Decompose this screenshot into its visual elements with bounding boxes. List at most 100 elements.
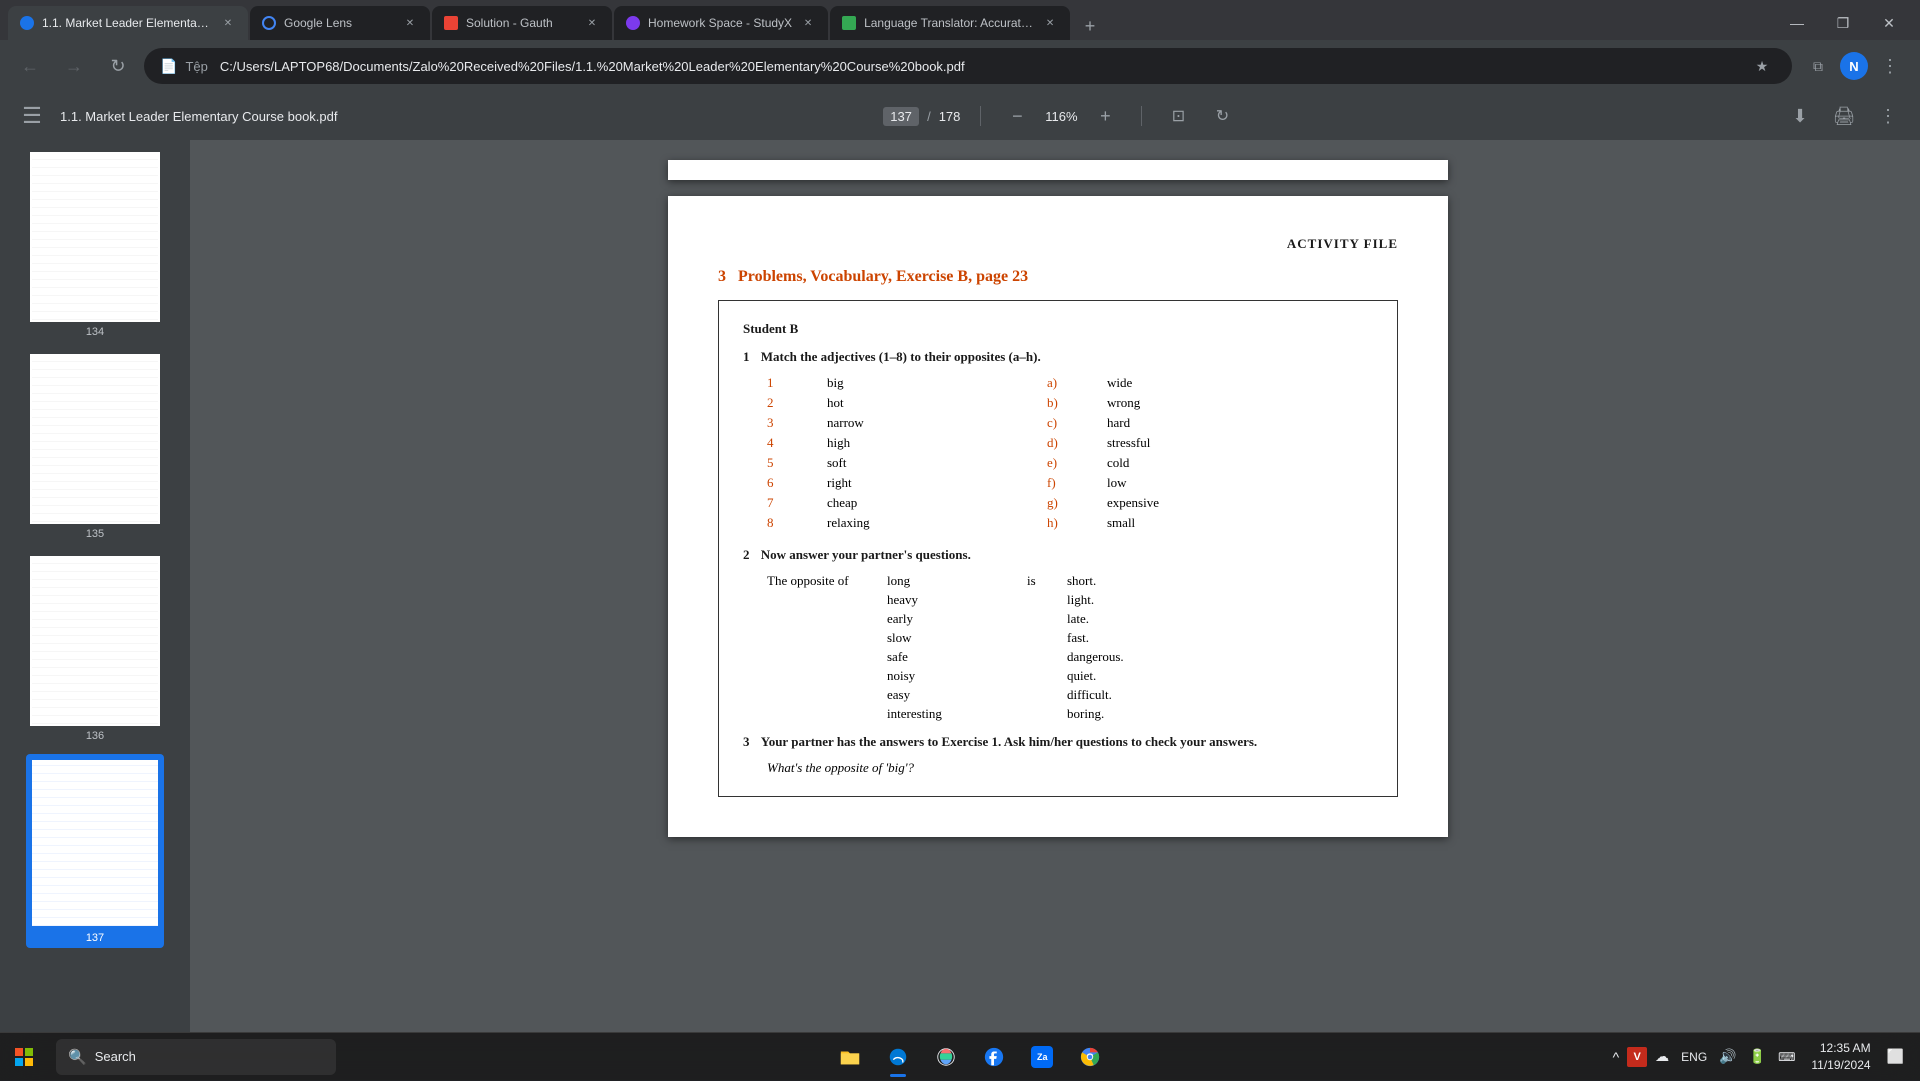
activity-file-header: ACTIVITY FILE: [718, 236, 1398, 252]
vocab-letter-e: e): [1047, 455, 1107, 471]
pdf-document-area: ACTIVITY FILE 3 Problems, Vocabulary, Ex…: [196, 140, 1920, 1032]
section-number: 3: [718, 268, 726, 286]
profile-button[interactable]: N: [1840, 52, 1868, 80]
zalo-icon: Za: [1031, 1046, 1053, 1068]
more-button[interactable]: ⋮: [1872, 48, 1908, 84]
vocab-letter-h: h): [1047, 515, 1107, 531]
tray-keyboard-icon[interactable]: ⌨: [1774, 1046, 1799, 1068]
taskbar-chrome[interactable]: [1068, 1035, 1112, 1079]
tray-chevron[interactable]: ^: [1609, 1045, 1624, 1069]
vocab-num-5: 5: [767, 455, 827, 471]
opp-ans-dangerous: dangerous.: [1067, 649, 1187, 665]
taskbar-facebook[interactable]: [972, 1035, 1016, 1079]
toolbar-actions: ⧉ N ⋮: [1800, 48, 1908, 84]
vocab-word-6: right: [827, 475, 987, 491]
taskbar-zalo[interactable]: Za: [1020, 1035, 1064, 1079]
edge-icon: [887, 1046, 909, 1068]
clock-time: 12:35 AM: [1811, 1040, 1870, 1057]
tab-1-close[interactable]: ✕: [220, 15, 236, 31]
tray-notifications-icon[interactable]: ⬜: [1883, 1044, 1908, 1069]
vocab-ans-f: low: [1107, 475, 1267, 491]
address-bar[interactable]: 📄 Tệp C:/Users/LAPTOP68/Documents/Zalo%2…: [144, 48, 1792, 84]
tab-1[interactable]: 1.1. Market Leader Elementary ... ✕: [8, 6, 248, 40]
thumbnail-137-image: [30, 758, 160, 928]
taskbar-colorful-app[interactable]: [924, 1035, 968, 1079]
bookmark-button[interactable]: ★: [1748, 52, 1776, 80]
exercise-3: 3 Your partner has the answers to Exerci…: [743, 734, 1373, 776]
thumbnail-136-label: 136: [86, 730, 104, 742]
tray-lang-label[interactable]: ENG: [1677, 1046, 1711, 1068]
tab-3[interactable]: Solution - Gauth ✕: [432, 6, 612, 40]
opp-prefix-4: [767, 630, 887, 646]
opp-row-slow: slow fast.: [767, 630, 1373, 646]
tray-cloud-icon[interactable]: ☁: [1651, 1044, 1673, 1069]
opp-ans-light: light.: [1067, 592, 1187, 608]
tab-4[interactable]: Homework Space - StudyX ✕: [614, 6, 828, 40]
pdf-print-button[interactable]: 🖨: [1828, 100, 1860, 132]
maximize-button[interactable]: ❐: [1820, 6, 1866, 40]
zoom-out-button[interactable]: −: [1001, 100, 1033, 132]
opp-row-heavy: heavy light.: [767, 592, 1373, 608]
vocab-letter-c: c): [1047, 415, 1107, 431]
tray-antivirus-icon[interactable]: V: [1627, 1047, 1647, 1067]
close-button[interactable]: ✕: [1866, 6, 1912, 40]
opp-word-early: early: [887, 611, 1027, 627]
thumbnail-136-image: [30, 556, 160, 726]
tab-5[interactable]: Language Translator: Accurate ... ✕: [830, 6, 1070, 40]
tray-battery-icon[interactable]: 🔋: [1745, 1044, 1770, 1069]
pdf-zoom-value: 116%: [1041, 109, 1081, 124]
opp-is-8: [1027, 706, 1067, 722]
pdf-download-button[interactable]: ⬇: [1784, 100, 1816, 132]
thumbnail-137-label: 137: [86, 932, 104, 944]
vocab-num-4: 4: [767, 435, 827, 451]
pdf-page-control: 137 / 178: [883, 107, 960, 126]
tab-5-close[interactable]: ✕: [1042, 15, 1058, 31]
thumbnail-135[interactable]: 135: [26, 350, 164, 544]
tab-4-close[interactable]: ✕: [800, 15, 816, 31]
thumbnail-137[interactable]: 137: [26, 754, 164, 948]
opp-is-7: [1027, 687, 1067, 703]
minimize-button[interactable]: —: [1774, 6, 1820, 40]
zoom-in-button[interactable]: +: [1089, 100, 1121, 132]
section-title: 3 Problems, Vocabulary, Exercise B, page…: [718, 268, 1398, 286]
thumbnail-135-label: 135: [86, 528, 104, 540]
ex3-instruction: Your partner has the answers to Exercise…: [761, 734, 1257, 749]
start-button[interactable]: [0, 1033, 48, 1081]
fit-page-button[interactable]: ⊡: [1162, 100, 1194, 132]
tab-3-title: Solution - Gauth: [466, 16, 576, 30]
taskbar-file-explorer[interactable]: [828, 1035, 872, 1079]
new-tab-button[interactable]: +: [1076, 12, 1104, 40]
thumbnail-136[interactable]: 136: [26, 552, 164, 746]
pdf-menu-button[interactable]: ☰: [16, 100, 48, 132]
refresh-button[interactable]: ↻: [100, 48, 136, 84]
taskbar-clock[interactable]: 12:35 AM 11/19/2024: [1803, 1036, 1878, 1078]
pdf-more-button[interactable]: ⋮: [1872, 100, 1904, 132]
tab-2-close[interactable]: ✕: [402, 15, 418, 31]
thumbnail-134[interactable]: 134: [26, 148, 164, 342]
taskbar-edge[interactable]: [876, 1035, 920, 1079]
tab-3-close[interactable]: ✕: [584, 15, 600, 31]
ex1-num: 1: [743, 349, 750, 364]
opp-row-easy: easy difficult.: [767, 687, 1373, 703]
vocab-ans-a: wide: [1107, 375, 1267, 391]
tab-2[interactable]: Google Lens ✕: [250, 6, 430, 40]
extensions-button[interactable]: ⧉: [1800, 48, 1836, 84]
opp-word-long: long: [887, 573, 1027, 589]
pdf-toolbar: ☰ 1.1. Market Leader Elementary Course b…: [0, 92, 1920, 140]
vocab-num-2: 2: [767, 395, 827, 411]
rotate-button[interactable]: ↻: [1206, 100, 1238, 132]
facebook-icon: [983, 1046, 1005, 1068]
taskbar-search-box[interactable]: 🔍 Search: [56, 1039, 336, 1075]
back-button[interactable]: ←: [12, 48, 48, 84]
vocab-num-8: 8: [767, 515, 827, 531]
chrome-icon: [1079, 1046, 1101, 1068]
vocab-num-1: 1: [767, 375, 827, 391]
tray-speaker-icon[interactable]: 🔊: [1715, 1044, 1740, 1069]
taskbar-apps: Za: [344, 1035, 1597, 1079]
ex3-num: 3: [743, 734, 750, 749]
pdf-page-input[interactable]: 137: [883, 107, 919, 126]
address-text: C:/Users/LAPTOP68/Documents/Zalo%20Recei…: [220, 59, 1740, 74]
pdf-page-total: 178: [939, 109, 961, 124]
forward-button[interactable]: →: [56, 48, 92, 84]
vocab-letter-a: a): [1047, 375, 1107, 391]
